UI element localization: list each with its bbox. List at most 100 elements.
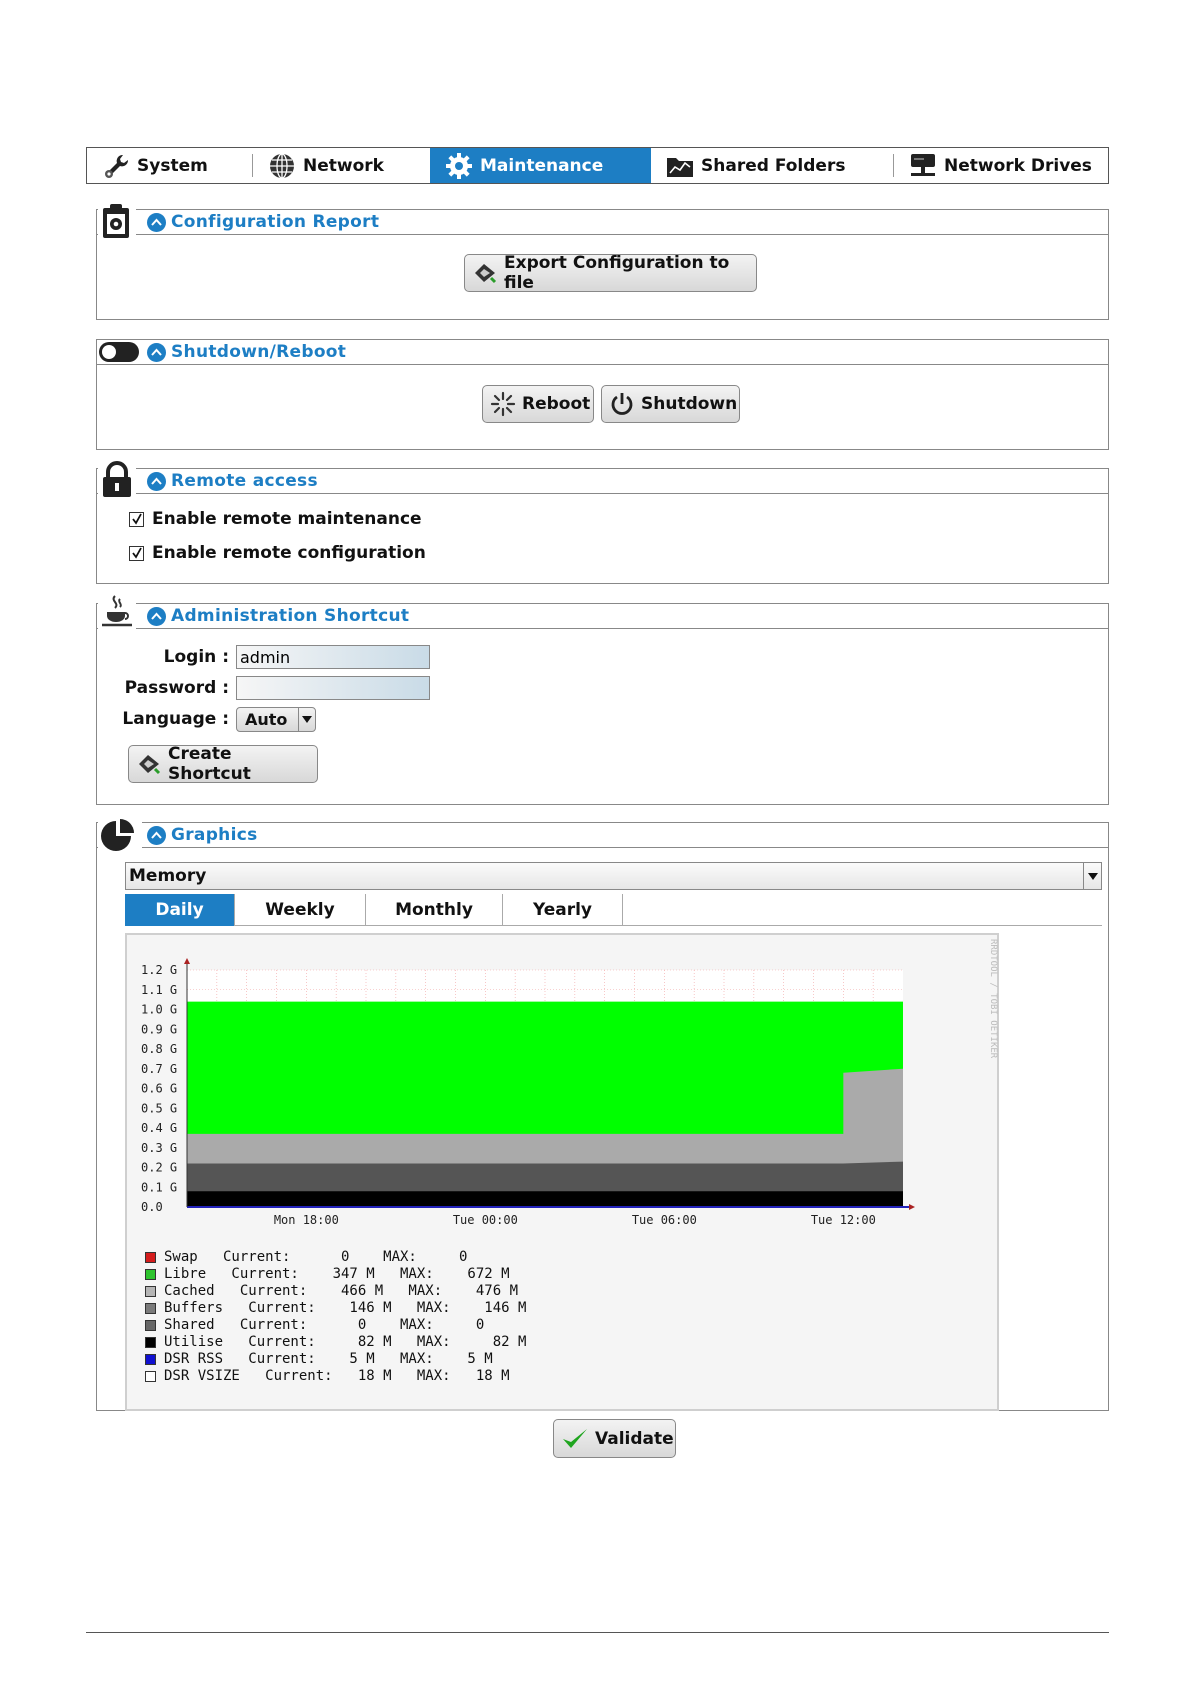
tab-shared-folders-label: Shared Folders xyxy=(701,155,846,176)
legend-item: Utilise Current: 82 M MAX: 82 M xyxy=(145,1334,526,1350)
configuration-report-header: Configuration Report xyxy=(97,210,1108,235)
legend-text: Shared Current: 0 MAX: 0 xyxy=(164,1317,485,1333)
shutdown-label: Shutdown xyxy=(641,394,738,414)
power-icon xyxy=(611,393,633,415)
y-tick-label: 0.1 G xyxy=(141,1180,177,1194)
period-tab-daily[interactable]: Daily xyxy=(125,894,235,926)
reboot-spinner-icon xyxy=(490,391,516,417)
remote-configuration-row[interactable]: Enable remote configuration xyxy=(129,543,426,563)
export-configuration-button[interactable]: Export Configuration to file xyxy=(464,253,757,293)
administration-shortcut-header: Administration Shortcut xyxy=(97,604,1108,629)
remote-configuration-label: Enable remote configuration xyxy=(152,543,426,563)
y-tick-label: 0.9 G xyxy=(141,1022,177,1036)
reboot-button[interactable]: Reboot xyxy=(482,385,594,423)
x-tick-label: Tue 12:00 xyxy=(811,1213,876,1227)
shutdown-button[interactable]: Shutdown xyxy=(601,385,740,423)
graphics-title: Graphics xyxy=(171,825,258,845)
clipboard-gear-icon xyxy=(98,202,136,240)
language-select[interactable]: Auto xyxy=(236,707,316,732)
password-label: Password : xyxy=(124,678,229,698)
tab-system-label: System xyxy=(137,155,208,176)
create-shortcut-button[interactable]: Create Shortcut xyxy=(128,744,318,784)
tab-network[interactable]: Network xyxy=(253,148,430,183)
legend-swatch xyxy=(145,1251,156,1263)
login-input[interactable] xyxy=(236,645,430,669)
dropdown-arrow-icon[interactable] xyxy=(1083,863,1101,889)
login-label: Login : xyxy=(163,647,229,667)
memory-chart: 0.0 0.1 G 0.2 G 0.3 G 0.4 G 0.5 G 0.6 G 0.7 G 0.… xyxy=(141,958,915,1227)
period-tab-monthly[interactable]: Monthly xyxy=(366,894,503,926)
create-shortcut-label: Create Shortcut xyxy=(168,744,251,784)
y-tick-label: 0.0 xyxy=(141,1200,163,1214)
collapse-icon[interactable] xyxy=(147,606,166,626)
legend-item: DSR RSS Current: 5 M MAX: 5 M xyxy=(145,1351,493,1367)
shutdown-reboot-title: Shutdown/Reboot xyxy=(171,342,347,362)
y-tick-label: 1.1 G xyxy=(141,983,177,997)
x-axis-arrow xyxy=(909,1204,915,1210)
main-tab-bar: System Network Maintenance Shared Folder… xyxy=(86,147,1109,184)
tab-shared-folders[interactable]: Shared Folders xyxy=(651,148,894,183)
collapse-icon[interactable] xyxy=(147,471,166,491)
collapse-icon[interactable] xyxy=(147,825,166,845)
legend-item: DSR VSIZE Current: 18 M MAX: 18 M xyxy=(145,1368,510,1384)
period-tabs: Daily Weekly Monthly Yearly xyxy=(125,894,1102,926)
tab-network-drives[interactable]: Network Drives xyxy=(894,148,1108,183)
gear-icon xyxy=(446,152,472,179)
legend-swatch xyxy=(145,1319,156,1331)
legend-swatch xyxy=(145,1353,156,1365)
legend-text: Cached Current: 466 M MAX: 476 M xyxy=(164,1283,519,1299)
validate-button[interactable]: Validate xyxy=(553,1419,676,1458)
legend-item: Swap Current: 0 MAX: 0 xyxy=(145,1249,467,1265)
remote-configuration-checkbox[interactable] xyxy=(129,545,144,561)
password-input[interactable] xyxy=(236,676,430,700)
y-tick-label: 0.7 G xyxy=(141,1062,177,1076)
rrdtool-watermark: RRDTOOL / TOBI OETIKER xyxy=(988,939,998,1059)
validate-label: Validate xyxy=(595,1428,674,1449)
remote-maintenance-checkbox[interactable] xyxy=(129,511,144,527)
y-axis-arrow xyxy=(184,958,190,964)
remote-maintenance-label: Enable remote maintenance xyxy=(152,509,422,529)
shutdown-reboot-panel: Shutdown/Reboot Reboot Shutdown xyxy=(96,339,1109,450)
language-value: Auto xyxy=(245,710,288,729)
tab-network-drives-label: Network Drives xyxy=(944,155,1092,176)
graphics-header: Graphics xyxy=(97,823,1108,848)
configuration-report-panel: Configuration Report Export Configuratio… xyxy=(96,202,1109,320)
shutdown-reboot-header: Shutdown/Reboot xyxy=(97,340,1108,365)
legend-swatch xyxy=(145,1336,156,1348)
export-configuration-label: Export Configuration to file xyxy=(504,253,730,293)
y-tick-label: 0.5 G xyxy=(141,1101,177,1115)
dropdown-arrow-icon[interactable] xyxy=(298,708,315,731)
legend-text: DSR RSS Current: 5 M MAX: 5 M xyxy=(164,1351,493,1367)
language-label: Language : xyxy=(122,709,229,729)
padlock-icon xyxy=(98,461,136,499)
collapse-icon[interactable] xyxy=(147,212,166,232)
legend-swatch xyxy=(145,1370,156,1382)
x-tick-label: Tue 06:00 xyxy=(632,1213,697,1227)
reboot-label: Reboot xyxy=(522,394,591,414)
tab-maintenance[interactable]: Maintenance xyxy=(430,148,651,183)
legend-swatch xyxy=(145,1285,156,1297)
graph-type-value: Memory xyxy=(129,866,207,886)
tab-system[interactable]: System xyxy=(87,148,253,183)
page-bottom-rule xyxy=(86,1632,1109,1633)
memory-graph: 0.0 0.1 G 0.2 G 0.3 G 0.4 G 0.5 G 0.6 G 0.7 G 0.… xyxy=(125,933,999,1411)
collapse-icon[interactable] xyxy=(147,342,166,362)
administration-shortcut-title: Administration Shortcut xyxy=(171,606,410,626)
shortcut-icon xyxy=(139,755,161,775)
x-tick-label: Mon 18:00 xyxy=(274,1213,339,1227)
x-tick-label: Tue 00:00 xyxy=(453,1213,518,1227)
shared-folder-icon xyxy=(667,157,693,177)
y-tick-label: 0.4 G xyxy=(141,1121,177,1135)
graph-type-select[interactable]: Memory xyxy=(125,862,1102,890)
checkmark-icon xyxy=(563,1428,587,1448)
legend-item: Cached Current: 466 M MAX: 476 M xyxy=(145,1283,518,1299)
period-tab-weekly[interactable]: Weekly xyxy=(235,894,366,926)
remote-maintenance-row[interactable]: Enable remote maintenance xyxy=(129,509,422,529)
remote-access-header: Remote access xyxy=(97,469,1108,494)
legend-text: DSR VSIZE Current: 18 M MAX: 18 M xyxy=(164,1368,510,1384)
legend-item: Shared Current: 0 MAX: 0 xyxy=(145,1317,484,1333)
tab-network-label: Network xyxy=(303,155,384,176)
period-tab-yearly[interactable]: Yearly xyxy=(503,894,623,926)
remote-access-title: Remote access xyxy=(171,471,318,491)
toggle-switch-icon xyxy=(98,341,140,363)
